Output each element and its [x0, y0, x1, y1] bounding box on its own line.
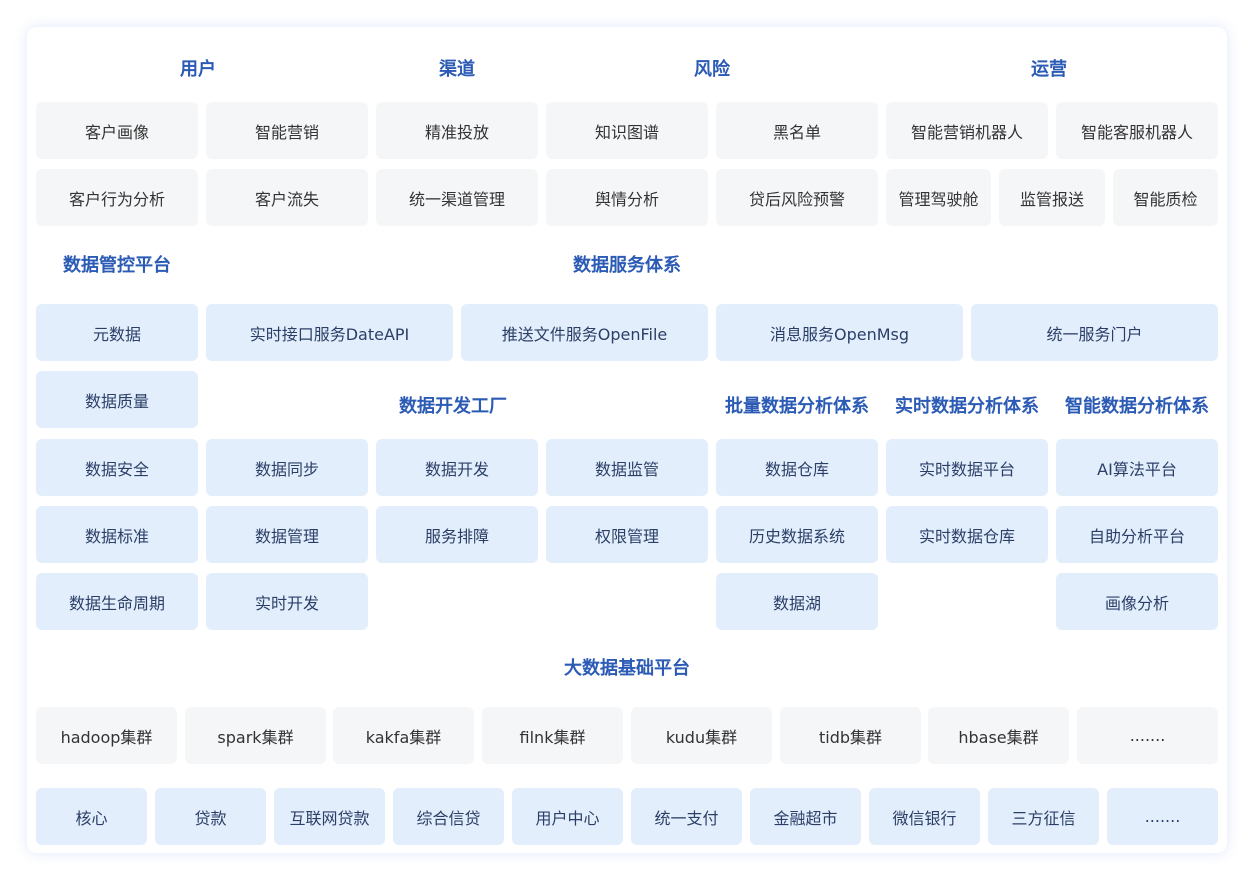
app-item-behavior-analysis[interactable]: 客户行为分析 — [36, 169, 198, 226]
batch-item-data-lake[interactable]: 数据湖 — [716, 573, 878, 630]
smart-item-self-service-analysis[interactable]: 自助分析平台 — [1056, 506, 1218, 563]
app-item-channel-management[interactable]: 统一渠道管理 — [376, 169, 538, 226]
source-financial-mall[interactable]: 金融超市 — [750, 788, 861, 845]
service-item-push-file[interactable]: 推送文件服务OpenFile — [461, 304, 708, 361]
smart-item-portrait-analysis[interactable]: 画像分析 — [1056, 573, 1218, 630]
header-user: 用户 — [180, 59, 216, 80]
cluster-more[interactable]: ....... — [1077, 707, 1218, 764]
realtime-item-data-warehouse[interactable]: 实时数据仓库 — [886, 506, 1048, 563]
smart-item-ai-platform[interactable]: AI算法平台 — [1056, 439, 1218, 496]
source-integrated-credit[interactable]: 综合信贷 — [393, 788, 504, 845]
header-realtime-analysis: 实时数据分析体系 — [895, 396, 1039, 417]
governance-item-metadata[interactable]: 元数据 — [36, 304, 198, 361]
dev-item-data-development[interactable]: 数据开发 — [376, 439, 538, 496]
governance-item-data-standard[interactable]: 数据标准 — [36, 506, 198, 563]
source-loan[interactable]: 贷款 — [155, 788, 266, 845]
batch-item-data-warehouse[interactable]: 数据仓库 — [716, 439, 878, 496]
header-risk: 风险 — [694, 59, 730, 80]
batch-item-history-system[interactable]: 历史数据系统 — [716, 506, 878, 563]
app-item-customer-portrait[interactable]: 客户画像 — [36, 102, 198, 159]
header-channel: 渠道 — [439, 59, 475, 80]
source-unified-payment[interactable]: 统一支付 — [631, 788, 742, 845]
source-core[interactable]: 核心 — [36, 788, 147, 845]
header-data-service-system: 数据服务体系 — [573, 255, 681, 276]
source-third-party-credit[interactable]: 三方征信 — [988, 788, 1099, 845]
header-data-governance: 数据管控平台 — [63, 255, 171, 276]
cluster-hadoop[interactable]: hadoop集群 — [36, 707, 177, 764]
dev-item-troubleshooting[interactable]: 服务排障 — [376, 506, 538, 563]
header-data-dev-factory: 数据开发工厂 — [399, 396, 507, 417]
dev-item-data-management[interactable]: 数据管理 — [206, 506, 368, 563]
header-batch-analysis: 批量数据分析体系 — [725, 396, 869, 417]
cluster-flink[interactable]: filnk集群 — [482, 707, 623, 764]
source-more[interactable]: ....... — [1107, 788, 1218, 845]
service-item-realtime-api[interactable]: 实时接口服务DateAPI — [206, 304, 453, 361]
source-wechat-bank[interactable]: 微信银行 — [869, 788, 980, 845]
app-item-smart-marketing[interactable]: 智能营销 — [206, 102, 368, 159]
header-smart-analysis: 智能数据分析体系 — [1065, 396, 1209, 417]
app-item-blacklist[interactable]: 黑名单 — [716, 102, 878, 159]
source-user-center[interactable]: 用户中心 — [512, 788, 623, 845]
header-ops: 运营 — [1031, 59, 1067, 80]
cluster-kafka[interactable]: kakfa集群 — [333, 707, 474, 764]
cluster-spark[interactable]: spark集群 — [185, 707, 326, 764]
governance-item-data-quality[interactable]: 数据质量 — [36, 371, 198, 428]
dev-item-realtime-development[interactable]: 实时开发 — [206, 573, 368, 630]
source-internet-loan[interactable]: 互联网贷款 — [274, 788, 385, 845]
app-item-customer-churn[interactable]: 客户流失 — [206, 169, 368, 226]
governance-item-data-lifecycle[interactable]: 数据生命周期 — [36, 573, 198, 630]
dev-item-permission-management[interactable]: 权限管理 — [546, 506, 708, 563]
app-item-marketing-robot[interactable]: 智能营销机器人 — [886, 102, 1048, 159]
dev-item-data-supervision[interactable]: 数据监管 — [546, 439, 708, 496]
app-item-regulatory-reporting[interactable]: 监管报送 — [999, 169, 1105, 226]
app-item-knowledge-graph[interactable]: 知识图谱 — [546, 102, 708, 159]
app-item-management-cockpit[interactable]: 管理驾驶舱 — [886, 169, 991, 226]
governance-item-data-security[interactable]: 数据安全 — [36, 439, 198, 496]
cluster-tidb[interactable]: tidb集群 — [780, 707, 921, 764]
app-item-service-robot[interactable]: 智能客服机器人 — [1056, 102, 1218, 159]
service-item-message[interactable]: 消息服务OpenMsg — [716, 304, 963, 361]
service-item-unified-portal[interactable]: 统一服务门户 — [971, 304, 1218, 361]
cluster-hbase[interactable]: hbase集群 — [928, 707, 1069, 764]
app-item-post-loan-warning[interactable]: 贷后风险预警 — [716, 169, 878, 226]
dev-item-data-sync[interactable]: 数据同步 — [206, 439, 368, 496]
app-item-sentiment-analysis[interactable]: 舆情分析 — [546, 169, 708, 226]
cluster-kudu[interactable]: kudu集群 — [631, 707, 772, 764]
app-item-precision-delivery[interactable]: 精准投放 — [376, 102, 538, 159]
app-item-smart-qa[interactable]: 智能质检 — [1113, 169, 1218, 226]
header-bigdata-platform: 大数据基础平台 — [564, 658, 690, 679]
realtime-item-data-platform[interactable]: 实时数据平台 — [886, 439, 1048, 496]
